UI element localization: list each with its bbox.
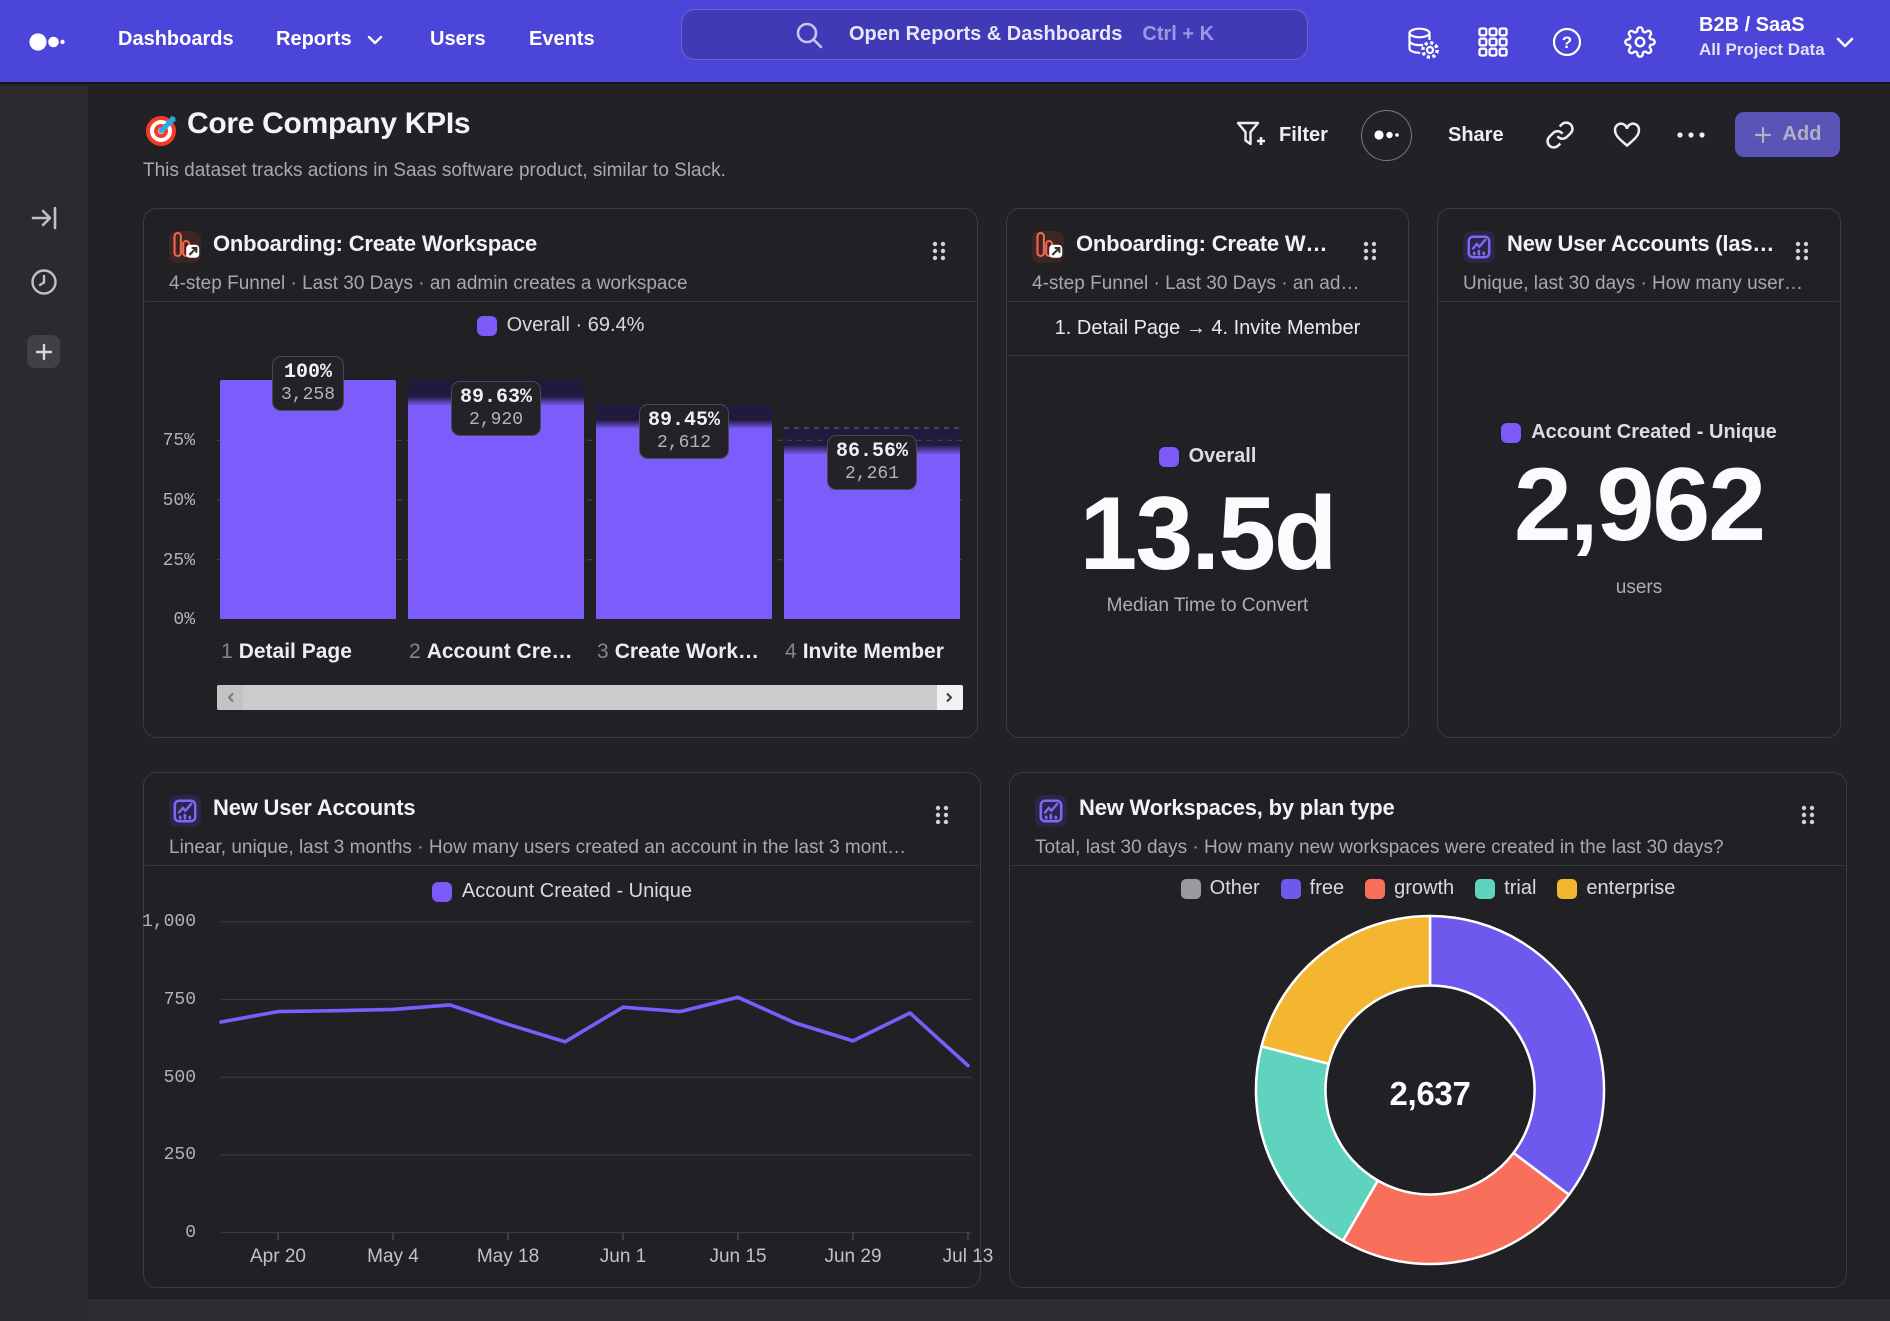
svg-text:?: ? — [1562, 33, 1572, 52]
